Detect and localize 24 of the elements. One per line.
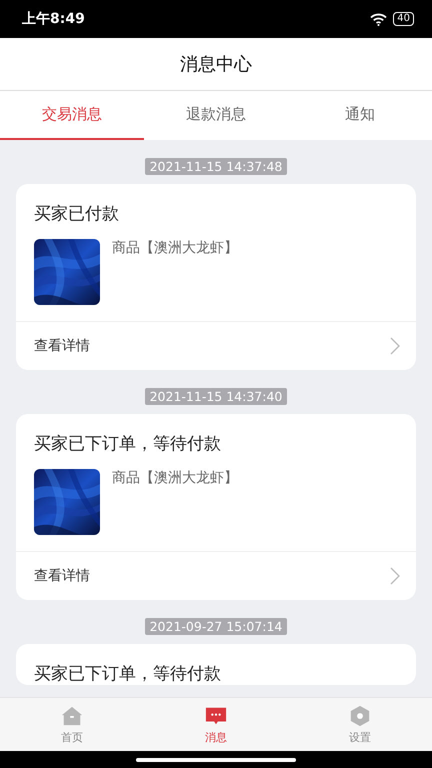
tab[interactable]: 退款消息 [144, 91, 288, 140]
view-details-link[interactable]: 查看详情 [34, 337, 90, 355]
nav-item[interactable]: 首页 [0, 698, 144, 751]
chevron-icon [390, 337, 400, 355]
battery-level: 40 [393, 12, 414, 26]
message-time: 2021-09-27 15:07:14 [144, 618, 288, 635]
message-title: 买家已下订单，等待付款 [33, 433, 222, 455]
chevron-icon [390, 567, 400, 585]
wifi-icon [370, 12, 388, 26]
message-time: 2021-11-15 14:37:40 [144, 388, 288, 405]
message-title: 买家已付款 [33, 203, 120, 225]
product-name: 商品【澳洲大龙虾】 [112, 239, 238, 258]
nav-item[interactable]: 设置 [288, 698, 432, 751]
status-time: 上午8:49 [22, 10, 85, 28]
home-icon [61, 704, 83, 726]
page-title: 消息中心 [180, 53, 252, 76]
tab[interactable]: 交易消息 [0, 91, 144, 140]
view-details-link[interactable]: 查看详情 [34, 567, 90, 585]
message-title: 买家已下订单，等待付款 [33, 663, 222, 685]
settings-icon [349, 704, 371, 726]
nav-item[interactable]: 消息 [144, 698, 288, 751]
product-name: 商品【澳洲大龙虾】 [112, 469, 238, 488]
tab[interactable]: 通知 [288, 91, 432, 140]
message-time: 2021-11-15 14:37:48 [144, 158, 288, 175]
